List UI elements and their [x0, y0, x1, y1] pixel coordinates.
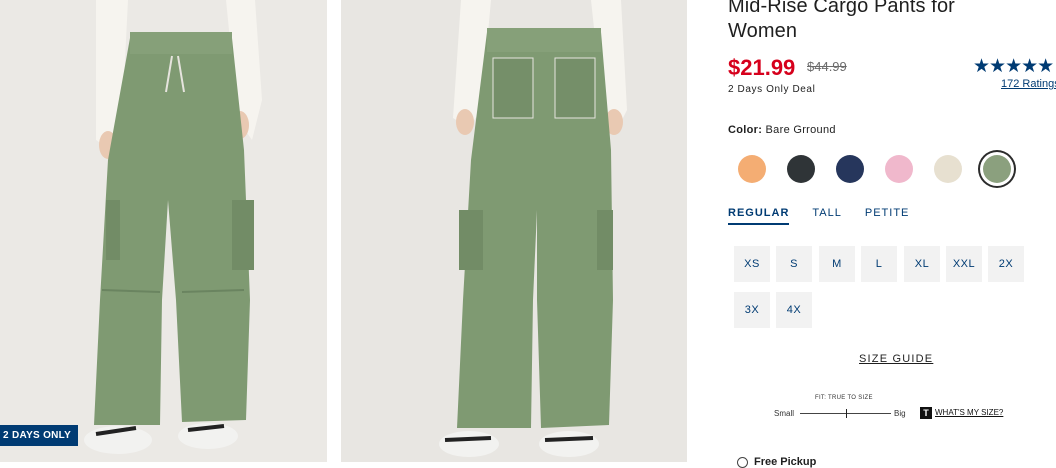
fit-scale-marker — [845, 409, 847, 418]
tab-petite[interactable]: PETITE — [865, 207, 910, 225]
fit-scale-big: Big — [894, 409, 906, 418]
size-guide-link[interactable]: SIZE GUIDE — [859, 353, 933, 365]
pickup-label: Free Pickup — [754, 456, 817, 468]
swatch-bare-grround[interactable] — [983, 155, 1011, 183]
swatch-navy[interactable] — [836, 155, 864, 183]
size-xxl[interactable]: XXL — [946, 246, 982, 282]
back-pants-illustration — [341, 0, 687, 462]
product-info-panel: Mid-Rise Cargo Pants for Women $21.99 $4… — [728, 0, 1056, 468]
size-l[interactable]: L — [861, 246, 897, 282]
size-xs[interactable]: XS — [734, 246, 770, 282]
sale-price: $21.99 — [728, 55, 796, 80]
original-price: $44.99 — [807, 59, 847, 74]
deal-text: 2 Days Only Deal — [728, 84, 816, 95]
rating-stars-icon: ★★★★★ — [973, 56, 1054, 77]
product-title: Mid-Rise Cargo Pants for Women — [728, 0, 955, 42]
color-label-row: Color: Bare Grround — [728, 124, 836, 136]
size-4x[interactable]: 4X — [776, 292, 812, 328]
fit-tabs: REGULAR TALL PETITE — [728, 207, 932, 225]
size-3x[interactable]: 3X — [734, 292, 770, 328]
size-m[interactable]: M — [819, 246, 855, 282]
color-label: Color: — [728, 124, 763, 136]
product-image-front[interactable]: 2 DAYS ONLY — [0, 0, 327, 462]
swatch-cream[interactable] — [934, 155, 962, 183]
deal-flag-badge: 2 DAYS ONLY — [0, 425, 79, 446]
swatch-pink[interactable] — [885, 155, 913, 183]
ratings-link[interactable]: 172 Ratings — [1001, 78, 1056, 90]
whats-my-size-link[interactable]: WHAT'S MY SIZE? — [935, 408, 1003, 417]
fit-scale-label: FIT: TRUE TO SIZE — [815, 395, 873, 401]
front-pants-illustration — [0, 0, 327, 462]
selected-color-name: Bare Grround — [765, 124, 836, 136]
tab-regular[interactable]: REGULAR — [728, 207, 790, 225]
pickup-radio-icon[interactable] — [737, 457, 748, 468]
fit-scale-small: Small — [774, 409, 795, 418]
color-swatches — [738, 155, 1032, 183]
size-xl[interactable]: XL — [904, 246, 940, 282]
product-image-back[interactable] — [341, 0, 687, 462]
true-fit-logo-icon: T — [920, 407, 932, 419]
size-s[interactable]: S — [776, 246, 812, 282]
swatch-peach[interactable] — [738, 155, 766, 183]
size-2x[interactable]: 2X — [988, 246, 1024, 282]
swatch-black[interactable] — [787, 155, 815, 183]
tab-tall[interactable]: TALL — [812, 207, 841, 225]
